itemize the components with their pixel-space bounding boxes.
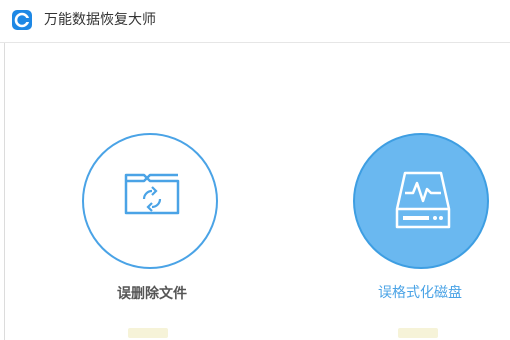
app-window: 万能数据恢复大师 误删除文件 误格式化磁盘 xyxy=(0,0,510,340)
partial-item-hint xyxy=(398,328,438,338)
hard-drive-pulse-icon xyxy=(391,169,455,237)
folder-recycle-icon xyxy=(122,161,182,225)
partial-item-hint xyxy=(128,328,168,338)
app-title: 万能数据恢复大师 xyxy=(44,12,156,28)
deleted-files-circle[interactable] xyxy=(82,133,218,269)
formatted-disk-label[interactable]: 误格式化磁盘 xyxy=(350,284,490,302)
title-bar: 万能数据恢复大师 xyxy=(0,0,510,43)
deleted-files-label[interactable]: 误删除文件 xyxy=(82,285,222,303)
deleted-files-option[interactable]: 误删除文件 xyxy=(82,133,222,308)
formatted-disk-circle[interactable] xyxy=(353,133,489,269)
formatted-disk-option[interactable]: 误格式化磁盘 xyxy=(350,111,490,308)
window-left-border xyxy=(0,43,5,340)
recover-logo-icon xyxy=(12,10,32,30)
